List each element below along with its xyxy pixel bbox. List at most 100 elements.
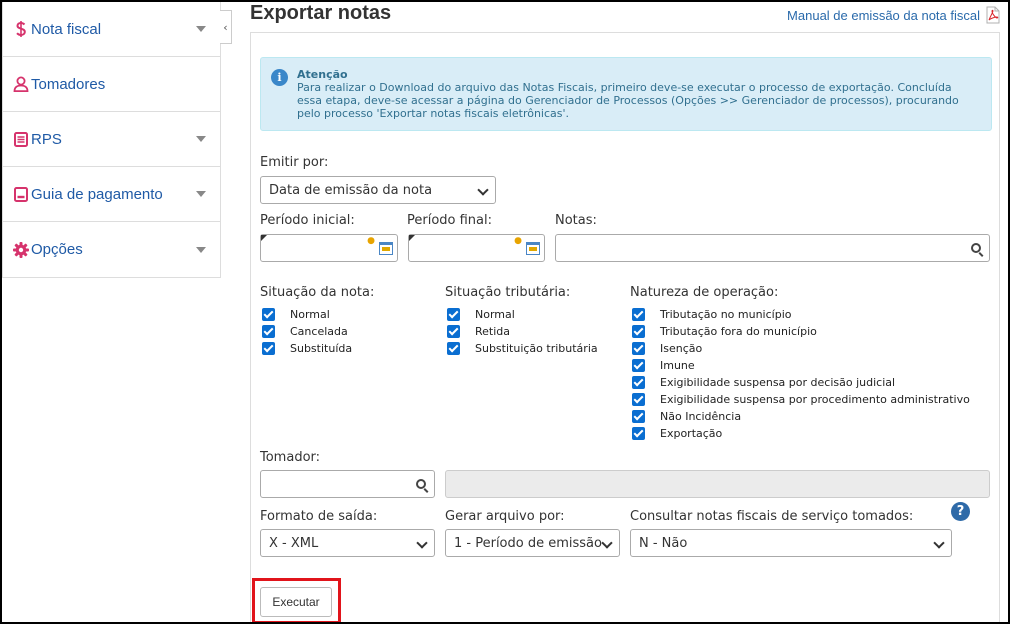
checkbox-situacao-cancelada[interactable]: Cancelada [262, 323, 348, 340]
checkbox-situacao-substituida[interactable]: Substituída [262, 340, 352, 357]
checkbox-checked[interactable] [632, 427, 645, 440]
consultar-tomados-value: N - Não [639, 535, 688, 551]
sidebar: Nota fiscal Tomadores RPS Guia de pagame… [2, 2, 221, 278]
checkbox-natureza-suspensa-judicial[interactable]: Exigibilidade suspensa por decisão judic… [632, 374, 895, 391]
checkbox-label: Normal [290, 308, 330, 321]
execute-button[interactable]: Executar [260, 587, 332, 617]
periodo-inicial-label: Período inicial: [260, 213, 355, 228]
gerar-arquivo-label: Gerar arquivo por: [445, 509, 565, 524]
checkbox-checked[interactable] [632, 308, 645, 321]
checkbox-natureza-suspensa-administrativo[interactable]: Exigibilidade suspensa por procedimento … [632, 391, 970, 408]
periodo-final-label: Período final: [407, 213, 493, 228]
checkbox-checked[interactable] [262, 325, 275, 338]
sidebar-item-label: Tomadores [31, 75, 106, 93]
notas-input[interactable] [555, 234, 990, 262]
checkbox-label: Tributação fora do município [660, 325, 817, 338]
chevron-down-icon [196, 136, 206, 142]
checkbox-label: Não Incidência [660, 410, 742, 423]
notas-label: Notas: [555, 213, 597, 228]
receipt-icon [13, 186, 29, 202]
checkbox-label: Retida [475, 325, 511, 338]
manual-link[interactable]: Manual de emissão da nota fiscal [787, 8, 980, 23]
checkbox-label: Imune [660, 359, 695, 372]
checkbox-label: Substituição tributária [475, 342, 598, 355]
gerar-arquivo-select[interactable]: 1 - Período de emissão [445, 529, 620, 557]
checkbox-tributaria-normal[interactable]: Normal [447, 306, 515, 323]
search-icon[interactable] [416, 479, 426, 489]
checkbox-checked[interactable] [447, 308, 460, 321]
checkbox-label: Normal [475, 308, 515, 321]
chevron-down-icon [196, 26, 206, 32]
formato-saida-value: X - XML [269, 535, 319, 551]
checkbox-checked[interactable] [447, 325, 460, 338]
sidebar-item-label: Guia de pagamento [31, 185, 163, 203]
formato-saida-select[interactable]: X - XML [260, 529, 435, 557]
checkbox-label: Cancelada [290, 325, 348, 338]
checkbox-label: Isenção [660, 342, 703, 355]
chevron-down-icon [933, 537, 945, 549]
periodo-final-input[interactable]: ● [408, 234, 545, 262]
sidebar-item-opcoes[interactable]: Opções [3, 222, 220, 277]
periodo-inicial-input[interactable]: ● [260, 234, 398, 262]
checkbox-label: Exigibilidade suspensa por decisão judic… [660, 376, 896, 389]
emitir-por-label: Emitir por: [260, 155, 329, 170]
checkbox-checked[interactable] [632, 342, 645, 355]
search-icon[interactable] [971, 243, 981, 253]
chevron-down-icon [196, 191, 206, 197]
tomador-input[interactable] [260, 470, 435, 498]
sidebar-collapse-button[interactable]: ‹ [220, 10, 232, 44]
calendar-icon[interactable] [526, 242, 540, 255]
checkbox-checked[interactable] [632, 359, 645, 372]
formato-saida-label: Formato de saída: [260, 509, 378, 524]
attention-alert: i Atenção Para realizar o Download do ar… [260, 57, 992, 131]
user-icon [13, 76, 29, 92]
checkbox-checked[interactable] [447, 342, 460, 355]
checkbox-situacao-normal[interactable]: Normal [262, 306, 330, 323]
chevron-left-icon: ‹ [223, 20, 228, 34]
sidebar-item-label: Nota fiscal [31, 20, 102, 38]
tomador-name-display [445, 470, 990, 498]
checkbox-label: Tributação no município [660, 308, 792, 321]
checkbox-checked[interactable] [262, 342, 275, 355]
checkbox-natureza-imune[interactable]: Imune [632, 357, 695, 374]
export-panel: i Atenção Para realizar o Download do ar… [250, 32, 1000, 624]
sidebar-item-rps[interactable]: RPS [3, 112, 220, 167]
sidebar-item-nota-fiscal[interactable]: Nota fiscal [3, 2, 220, 57]
sidebar-item-guia-pagamento[interactable]: Guia de pagamento [3, 167, 220, 222]
checkbox-natureza-tributacao-fora[interactable]: Tributação fora do município [632, 323, 817, 340]
gear-icon [13, 241, 29, 258]
sidebar-item-label: RPS [31, 130, 62, 148]
checkbox-natureza-tributacao-municipio[interactable]: Tributação no município [632, 306, 792, 323]
checkbox-label: Substituída [290, 342, 353, 355]
checkbox-checked[interactable] [262, 308, 275, 321]
emitir-por-select[interactable]: Data de emissão da nota [260, 176, 496, 204]
checkbox-checked[interactable] [632, 376, 645, 389]
pdf-icon[interactable] [986, 6, 1000, 24]
sidebar-item-label: Opções [31, 241, 83, 258]
tomador-label: Tomador: [260, 450, 321, 465]
checkbox-natureza-nao-incidencia[interactable]: Não Incidência [632, 408, 741, 425]
calendar-icon[interactable] [379, 242, 393, 255]
checkbox-checked[interactable] [632, 393, 645, 406]
consultar-tomados-select[interactable]: N - Não [630, 529, 952, 557]
lightbulb-icon: ● [367, 236, 375, 246]
sidebar-item-tomadores[interactable]: Tomadores [3, 57, 220, 112]
checkbox-tributaria-retida[interactable]: Retida [447, 323, 510, 340]
checkbox-natureza-isencao[interactable]: Isenção [632, 340, 702, 357]
lightbulb-icon: ● [514, 236, 522, 246]
checkbox-tributaria-substituicao[interactable]: Substituição tributária [447, 340, 598, 357]
chevron-down-icon [477, 184, 489, 196]
checkbox-checked[interactable] [632, 410, 645, 423]
checkbox-natureza-exportacao[interactable]: Exportação [632, 425, 722, 442]
chevron-down-icon [601, 537, 613, 549]
date-corner-marker [261, 235, 267, 241]
checkbox-checked[interactable] [632, 325, 645, 338]
date-corner-marker [409, 235, 415, 241]
info-icon: i [271, 69, 288, 86]
chevron-down-icon [416, 537, 428, 549]
chevron-down-icon [196, 246, 206, 253]
emitir-por-value: Data de emissão da nota [269, 182, 433, 198]
help-icon[interactable]: ? [951, 502, 970, 521]
alert-text: Para realizar o Download do arquivo das … [297, 81, 959, 120]
checkbox-label: Exportação [660, 427, 723, 440]
